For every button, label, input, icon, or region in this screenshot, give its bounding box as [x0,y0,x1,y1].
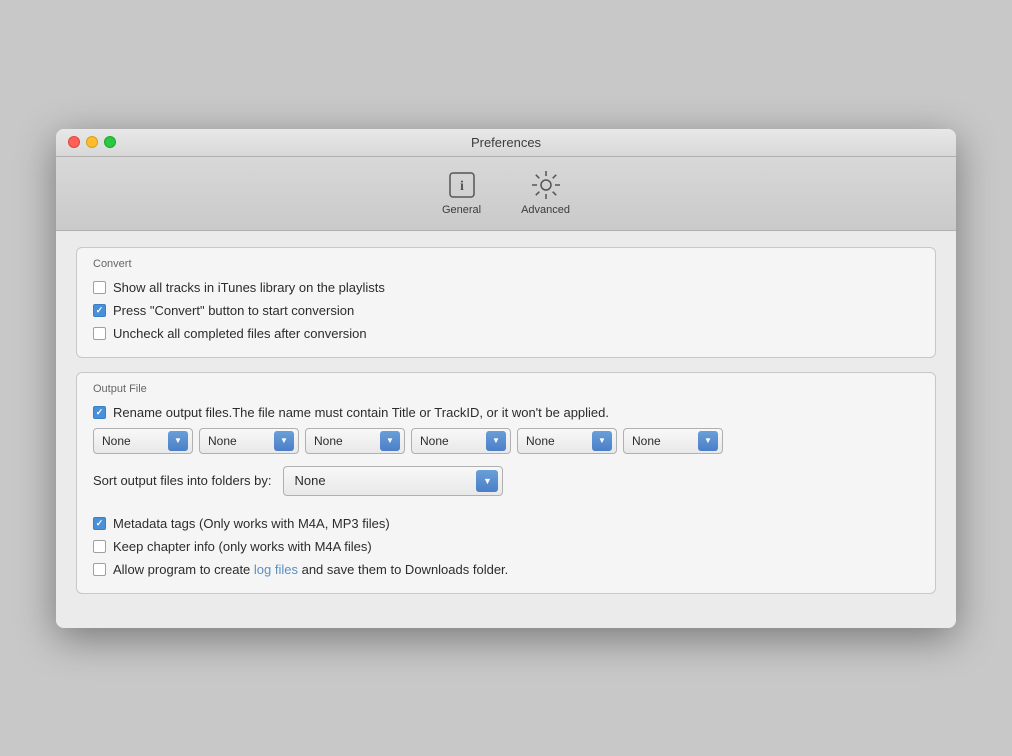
advanced-icon [530,169,562,201]
svg-text:i: i [460,179,464,194]
checkbox-uncheck-completed: Uncheck all completed files after conver… [93,326,919,341]
sort-row: Sort output files into folders by: None [93,466,919,496]
dropdown-1-text: None [102,434,164,448]
dropdown-2-arrow [274,431,294,451]
label-keep-chapter: Keep chapter info (only works with M4A f… [113,539,372,554]
cb-press-convert[interactable] [93,304,106,317]
minimize-button[interactable] [86,136,98,148]
dropdown-3[interactable]: None [305,428,405,454]
dropdown-4-text: None [420,434,482,448]
dropdown-5-text: None [526,434,588,448]
checkbox-show-all-tracks: Show all tracks in iTunes library on the… [93,280,919,295]
dropdown-6-text: None [632,434,694,448]
traffic-lights [68,136,116,148]
toolbar-item-general[interactable]: i General [434,165,489,220]
label-uncheck-completed: Uncheck all completed files after conver… [113,326,367,341]
sort-dropdown-arrow [476,470,498,492]
dropdown-1[interactable]: None [93,428,193,454]
cb-allow-log[interactable] [93,563,106,576]
checkbox-metadata-tags: Metadata tags (Only works with M4A, MP3 … [93,516,919,531]
checkbox-press-convert: Press "Convert" button to start conversi… [93,303,919,318]
dropdown-1-arrow [168,431,188,451]
general-label: General [442,204,481,216]
checkbox-keep-chapter: Keep chapter info (only works with M4A f… [93,539,919,554]
dropdown-3-text: None [314,434,376,448]
dropdown-2[interactable]: None [199,428,299,454]
sort-dropdown-text: None [294,473,470,488]
convert-title: Convert [93,258,919,270]
close-button[interactable] [68,136,80,148]
cb-show-all-tracks[interactable] [93,281,106,294]
dropdown-2-text: None [208,434,270,448]
dropdown-4-arrow [486,431,506,451]
sort-label: Sort output files into folders by: [93,473,271,488]
dropdown-3-arrow [380,431,400,451]
dropdown-5-arrow [592,431,612,451]
checkbox-allow-log: Allow program to create log files and sa… [93,562,919,577]
cb-rename-output[interactable] [93,406,106,419]
log-files-link[interactable]: log files [254,562,298,577]
output-title: Output File [93,383,919,395]
sort-dropdown[interactable]: None [283,466,503,496]
toolbar-item-advanced[interactable]: Advanced [513,165,578,220]
label-rename-output: Rename output files.The file name must c… [113,405,609,420]
cb-keep-chapter[interactable] [93,540,106,553]
convert-section: Convert Show all tracks in iTunes librar… [76,247,936,358]
label-show-all-tracks: Show all tracks in iTunes library on the… [113,280,385,295]
checkbox-rename-output: Rename output files.The file name must c… [93,405,919,420]
dropdown-6-arrow [698,431,718,451]
content: Convert Show all tracks in iTunes librar… [56,231,956,628]
cb-uncheck-completed[interactable] [93,327,106,340]
dropdowns-row: None None None None None [93,428,919,454]
general-icon: i [446,169,478,201]
window-title: Preferences [471,135,541,150]
output-section: Output File Rename output files.The file… [76,372,936,594]
label-metadata-tags: Metadata tags (Only works with M4A, MP3 … [113,516,390,531]
dropdown-5[interactable]: None [517,428,617,454]
cb-metadata-tags[interactable] [93,517,106,530]
toolbar: i General [56,157,956,231]
dropdown-6[interactable]: None [623,428,723,454]
preferences-window: Preferences i General [56,129,956,628]
advanced-label: Advanced [521,204,570,216]
dropdown-4[interactable]: None [411,428,511,454]
label-allow-log: Allow program to create log files and sa… [113,562,508,577]
maximize-button[interactable] [104,136,116,148]
label-press-convert: Press "Convert" button to start conversi… [113,303,354,318]
title-bar: Preferences [56,129,956,157]
